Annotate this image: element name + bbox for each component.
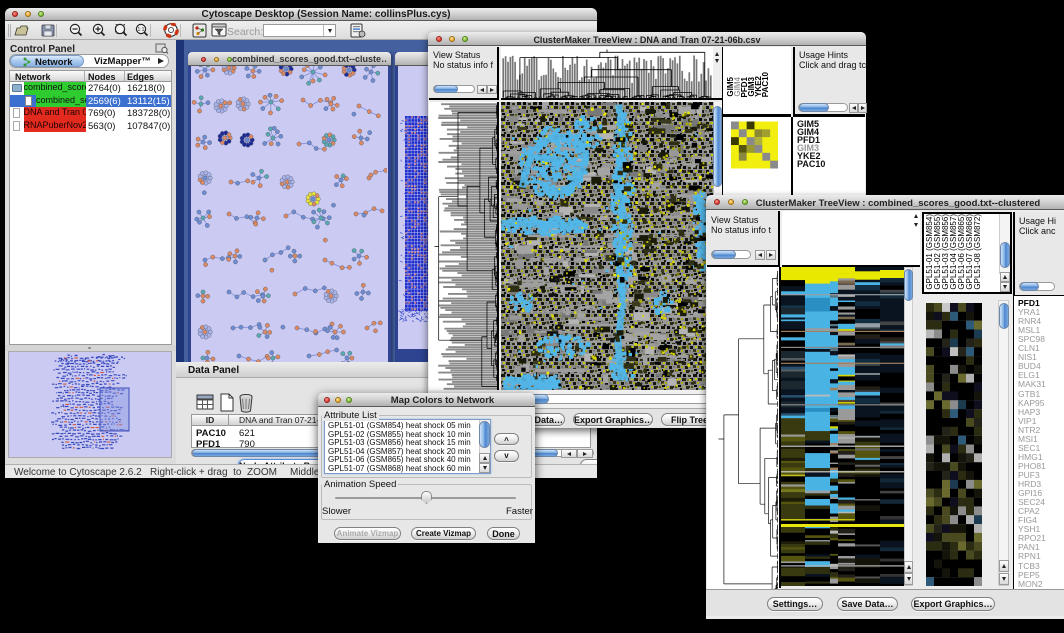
svg-text:1:1: 1:1 xyxy=(138,27,145,33)
